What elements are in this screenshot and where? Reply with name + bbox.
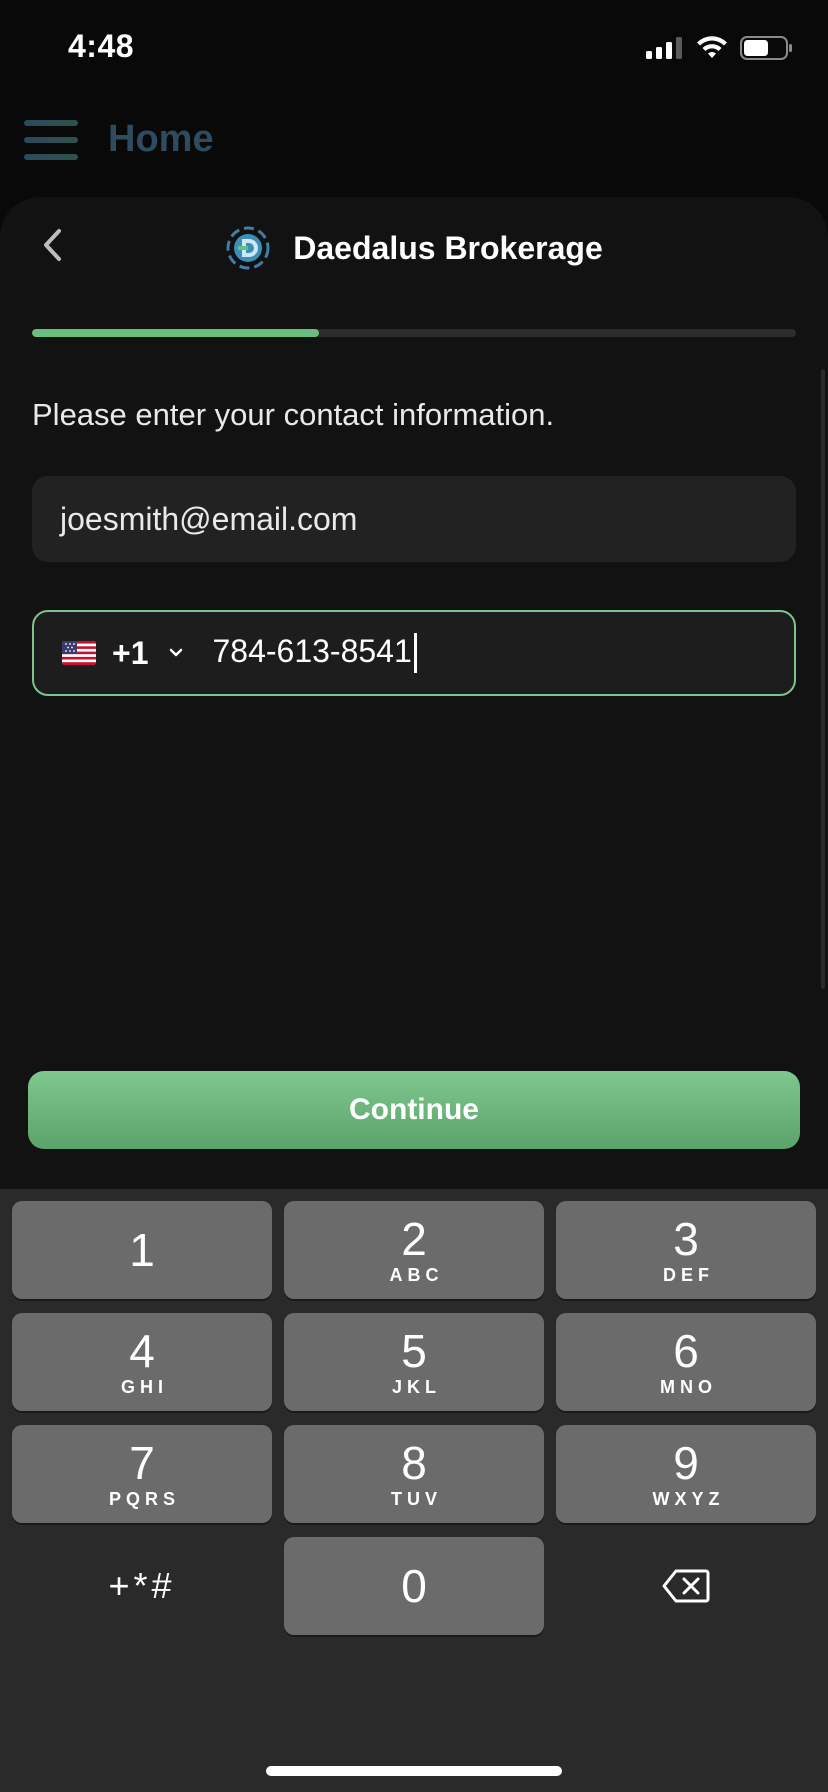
- status-time: 4:48: [68, 28, 135, 64]
- key-number: 1: [129, 1224, 155, 1276]
- daedalus-logo-icon: [226, 226, 270, 270]
- phone-number-input[interactable]: 784-613-8541: [212, 632, 417, 674]
- key-letters: WXYZ: [652, 1488, 725, 1509]
- symbols-key[interactable]: +*#: [12, 1537, 272, 1635]
- key-number: 8: [401, 1436, 427, 1489]
- email-field[interactable]: joesmith@email.com: [32, 476, 796, 562]
- key-letters: PQRS: [108, 1488, 180, 1509]
- key-number: 9: [673, 1436, 699, 1489]
- progress-fill: [32, 329, 319, 337]
- chevron-down-icon: [170, 648, 183, 657]
- signal-icon: [646, 37, 682, 59]
- key-6[interactable]: 6 MNO: [556, 1313, 816, 1411]
- brand-header: Daedalus Brokerage: [0, 225, 828, 271]
- key-letters: TUV: [391, 1488, 442, 1509]
- email-value: joesmith@email.com: [60, 500, 358, 537]
- key-7[interactable]: 7 PQRS: [12, 1425, 272, 1523]
- wifi-icon: [697, 36, 727, 58]
- key-number: 7: [129, 1436, 155, 1489]
- us-flag-icon: [62, 641, 96, 665]
- delete-key[interactable]: [556, 1537, 816, 1635]
- key-letters: ABC: [389, 1264, 444, 1285]
- key-letters: MNO: [660, 1376, 717, 1397]
- brand-name: Daedalus Brokerage: [293, 229, 603, 266]
- country-code-picker[interactable]: +1: [62, 635, 186, 672]
- scrollbar[interactable]: [821, 369, 825, 989]
- key-9[interactable]: 9 WXYZ: [556, 1425, 816, 1523]
- phone-number-value: 784-613-8541: [212, 632, 412, 669]
- key-5[interactable]: 5 JKL: [284, 1313, 544, 1411]
- background-title: Home: [108, 118, 214, 160]
- key-1[interactable]: 1: [12, 1201, 272, 1299]
- key-3[interactable]: 3 DEF: [556, 1201, 816, 1299]
- key-number: 3: [673, 1212, 699, 1265]
- backspace-icon: [662, 1569, 710, 1603]
- hamburger-icon[interactable]: [24, 119, 78, 160]
- key-number: 4: [129, 1324, 155, 1377]
- text-caret: [413, 633, 417, 674]
- key-0[interactable]: 0: [284, 1537, 544, 1635]
- phone-field[interactable]: +1 784-613-8541: [32, 610, 796, 696]
- key-letters: GHI: [120, 1376, 168, 1397]
- key-number: 5: [401, 1324, 427, 1377]
- background-header: Home: [24, 118, 214, 161]
- key-letters: DEF: [663, 1264, 714, 1285]
- numeric-keypad: 1 2 ABC 3 DEF 4 GHI 5 JKL 6 MNO 7 PQRS 8…: [0, 1189, 828, 1792]
- contact-prompt: Please enter your contact information.: [32, 397, 555, 432]
- key-letters: JKL: [391, 1376, 441, 1397]
- home-indicator[interactable]: [266, 1766, 562, 1776]
- key-8[interactable]: 8 TUV: [284, 1425, 544, 1523]
- battery-icon: [740, 36, 792, 60]
- key-2[interactable]: 2 ABC: [284, 1201, 544, 1299]
- progress-bar: [32, 329, 796, 337]
- key-number: 6: [673, 1324, 699, 1377]
- key-number: 2: [401, 1212, 427, 1265]
- dial-code: +1: [112, 634, 149, 671]
- key-number: 0: [401, 1560, 427, 1612]
- key-4[interactable]: 4 GHI: [12, 1313, 272, 1411]
- status-icons: [646, 36, 794, 60]
- continue-button[interactable]: Continue: [28, 1071, 800, 1149]
